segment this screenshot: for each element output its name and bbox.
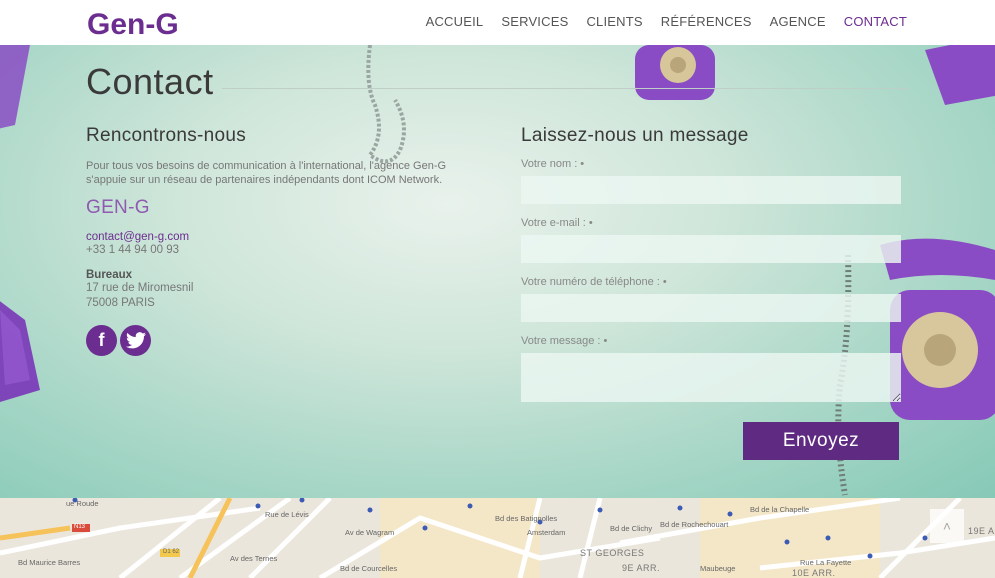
twitter-bird-icon [125,332,146,349]
svg-text:Gen-G: Gen-G [87,8,179,41]
phone-decoration-left-icon [0,301,40,402]
map-label: Bd de la Chapelle [750,505,810,514]
email-input[interactable] [521,235,901,263]
facebook-glyph: f [98,330,105,350]
nav-clients[interactable]: CLIENTS [586,14,642,29]
address-line-1: 17 rue de Miromesnil [86,282,194,294]
map-label: Av de Wagram [345,528,395,537]
map-label-district: 9E ARR. [622,563,661,573]
social-links: f [86,325,476,356]
phone-number: +33 1 44 94 00 93 [86,244,180,256]
address-line-2: 75008 PARIS [86,297,155,309]
facebook-icon[interactable]: f [86,325,117,356]
map-label: Amsterdam [527,528,566,537]
phone-decoration-top-icon [635,45,715,100]
map-label: Maubeuge [700,564,736,573]
main-nav: ACCUEIL SERVICES CLIENTS RÉFÉRENCES AGEN… [426,14,907,29]
meet-us-column: Rencontrons-nous Pour tous vos besoins d… [86,125,476,356]
form-heading: Laissez-nous un message [521,125,749,146]
map-label: Av des Ternes [230,554,278,563]
company-name: GEN-G [86,197,150,218]
map-label: Bd de Rochechouart [660,520,729,529]
title-divider [222,88,908,89]
map-label: ue Roude [66,499,99,508]
submit-button[interactable]: Envoyez [743,422,899,460]
phone-label: Votre numéro de téléphone : • [521,276,667,288]
gen-g-logo[interactable]: Gen-G [87,5,207,41]
contact-section: Contact Rencontrons-nous Pour tous vos b… [0,45,995,498]
site-header: Gen-G ACCUEIL SERVICES CLIENTS RÉFÉRENCE… [0,0,995,45]
nav-accueil[interactable]: ACCUEIL [426,14,484,29]
map-label: Bd de Clichy [610,524,653,533]
page-title: Contact [86,61,214,102]
message-label: Votre message : • [521,335,608,347]
message-textarea[interactable] [521,353,901,402]
phone-input[interactable] [521,294,901,322]
scroll-to-top-button[interactable]: ˄ [930,509,964,543]
nav-contact[interactable]: CONTACT [844,14,907,29]
map-label-district: ST GEORGES [580,548,645,558]
map-label-district: 19E A [968,526,995,536]
map-label: Bd des Batignolles [495,514,558,523]
meet-heading: Rencontrons-nous [86,125,247,146]
phone-decoration-top-right-icon [925,45,995,105]
map-label: Bd Maurice Barres [18,558,81,567]
email-label: Votre e-mail : • [521,217,593,229]
email-link[interactable]: contact@gen-g.com [86,231,476,243]
nav-references[interactable]: RÉFÉRENCES [661,14,752,29]
office-label: Bureaux [86,269,133,281]
map-label: Rue La Fayette [800,558,852,567]
phone-decoration-top-left-icon [0,45,30,129]
nav-agence[interactable]: AGENCE [770,14,826,29]
contact-form: Laissez-nous un message Votre nom : • Vo… [521,125,901,402]
intro-text: Pour tous vos besoins de communication à… [86,160,447,186]
chevron-up-icon: ˄ [942,518,952,534]
map-label: Bd de Courcelles [340,564,398,573]
twitter-icon[interactable] [120,325,151,356]
map-label-road: N13 [74,524,86,530]
map-label-road: D1 62 [163,549,180,555]
name-input[interactable] [521,176,901,204]
map-label: Rue de Lévis [265,510,309,519]
nav-services[interactable]: SERVICES [501,14,568,29]
location-map[interactable]: ue Roude N13 Bd Maurice Barres Av des Te… [0,498,995,578]
map-label-district: 10E ARR. [792,568,836,578]
name-label: Votre nom : • [521,158,585,170]
